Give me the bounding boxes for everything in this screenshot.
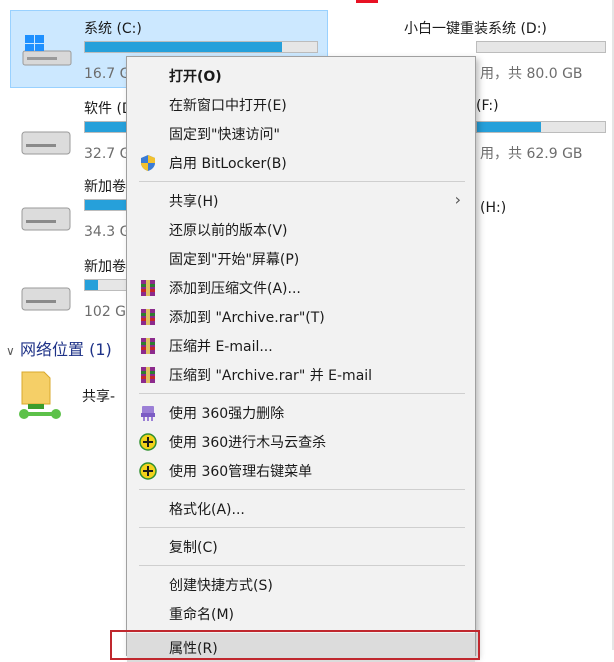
menu-rename[interactable]: 重命名(M) [127,599,475,628]
drive-e-info: 34.3 GB 可用，共 [84,224,128,240]
chevron-right-icon: › [454,190,461,209]
hard-drive-icon [21,207,71,231]
chevron-down-icon: ∨ [6,344,15,358]
window-close-strip [356,0,378,3]
360-plus-icon [139,433,157,451]
menu-add-archive[interactable]: 添加到压缩文件(A)... [127,273,475,302]
windows-drive-icon [22,35,72,66]
drive-h-name: (H:) [480,200,507,216]
menu-bitlocker[interactable]: 启用 BitLocker(B) [127,148,475,177]
menu-360-delete[interactable]: 使用 360强力删除 [127,398,475,427]
menu-separator [139,565,465,566]
drive-d-info: 32.7 GB 可用，共 [84,146,128,162]
drive-f-info: 102 GB 可用，共 [84,304,128,320]
menu-restore-versions[interactable]: 还原以前的版本(V) [127,215,475,244]
menu-separator [139,527,465,528]
hard-drive-icon [21,287,71,311]
hard-drive-icon [21,131,71,155]
drive-xiaobai-usage-bar [476,41,606,53]
drive-f-usage-bar [84,279,128,291]
highlight-box [110,630,480,660]
menu-add-rar[interactable]: 添加到 "Archive.rar"(T) [127,302,475,331]
menu-create-shortcut[interactable]: 创建快捷方式(S) [127,570,475,599]
drive-e-name: 新加卷 (E:) [84,179,128,195]
drive-f2-info: 用，共 62.9 GB [480,146,583,162]
menu-pin-start[interactable]: 固定到"开始"屏幕(P) [127,244,475,273]
menu-pin-quick-access[interactable]: 固定到"快速访问" [127,119,475,148]
menu-360-scan[interactable]: 使用 360进行木马云查杀 [127,427,475,456]
file-explorer-window: 系统 (C:) 16.7 GB 可用，共 软件 (D:) 32.7 GB 可用，… [0,0,614,662]
drive-d-usage-bar [84,121,128,133]
360-plus-icon [139,462,157,480]
drive-c-name: 系统 (C:) [84,21,142,37]
drive-xiaobai-info: 用，共 80.0 GB [480,66,583,82]
drive-xiaobai-name: 小白一键重装系统 (D:) [404,21,547,37]
menu-share[interactable]: 共享(H) › [127,186,475,215]
menu-separator [139,181,465,182]
drive-f2-name: (F:) [476,98,499,114]
winrar-icon [141,338,155,354]
drive-c-usage-bar [84,41,318,53]
winrar-icon [141,367,155,383]
context-menu: 打开(O) 在新窗口中打开(E) 固定到"快速访问" 启用 BitLocker(… [126,56,476,662]
menu-compress-rar-email[interactable]: 压缩到 "Archive.rar" 并 E-mail [127,360,475,389]
menu-open[interactable]: 打开(O) [127,61,475,90]
drive-e-usage-bar [84,199,128,211]
winrar-icon [141,280,155,296]
menu-compress-email[interactable]: 压缩并 E-mail... [127,331,475,360]
menu-format[interactable]: 格式化(A)... [127,494,475,523]
menu-separator [139,393,465,394]
network-share-name[interactable]: 共享- [82,386,115,406]
menu-open-new-window[interactable]: 在新窗口中打开(E) [127,90,475,119]
drive-d-name: 软件 (D:) [84,101,128,117]
shield-icon [141,155,155,171]
drive-c-info: 16.7 GB 可用，共 [84,66,128,82]
menu-separator [139,489,465,490]
network-locations-header[interactable]: ∨ 网络位置 (1) [6,336,112,360]
drive-f-name: 新加卷 (F:) [84,259,128,275]
winrar-icon [141,309,155,325]
network-share-icon [19,371,61,419]
menu-copy[interactable]: 复制(C) [127,532,475,561]
menu-360-manage[interactable]: 使用 360管理右键菜单 [127,456,475,485]
shredder-icon [141,406,155,421]
drive-f2-usage-bar [476,121,606,133]
